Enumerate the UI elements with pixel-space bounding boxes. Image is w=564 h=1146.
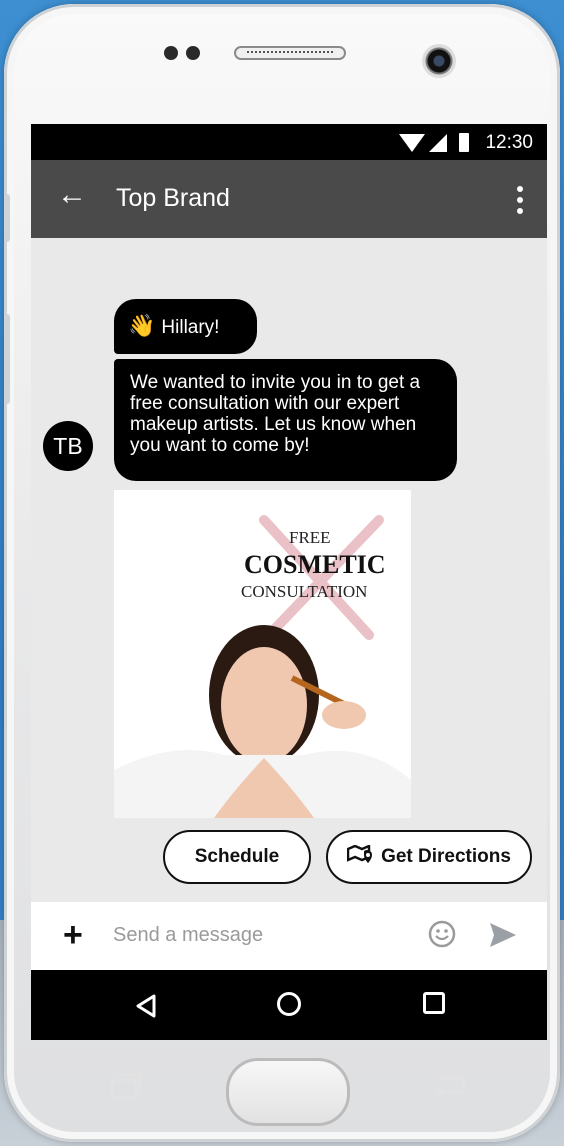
arrow-left-icon[interactable]: ← [57, 180, 87, 210]
nav-back-icon[interactable] [135, 994, 157, 1018]
hardware-back-icon[interactable] [430, 1072, 466, 1098]
earpiece-speaker [234, 46, 346, 60]
app-bar: ← Top Brand [31, 160, 547, 238]
sensor-dot [186, 46, 200, 60]
nav-home-icon[interactable] [277, 992, 301, 1016]
system-nav-bar [31, 970, 547, 1040]
signal-icon [429, 134, 447, 152]
message-bubble: 👋 Hillary! [114, 299, 257, 354]
volume-button [4, 194, 10, 242]
screen: 12:30 ← Top Brand TB 👋 Hillary! We wanted… [31, 124, 547, 1040]
front-camera [422, 44, 456, 78]
nav-recents-icon[interactable] [423, 992, 445, 1014]
get-directions-button[interactable]: Get Directions [326, 830, 532, 884]
sensor-dot [164, 46, 178, 60]
message-composer: + Send a message [31, 902, 547, 970]
status-time: 12:30 [485, 132, 533, 153]
conversation-title: Top Brand [116, 184, 230, 212]
chip-label: Schedule [194, 846, 280, 867]
card-text-cosmetic: COSMETIC [244, 550, 386, 579]
hardware-home-button[interactable] [226, 1058, 350, 1126]
avatar: TB [43, 421, 93, 471]
smiley-icon[interactable] [428, 920, 456, 948]
map-pin-icon [347, 845, 373, 863]
hardware-recents-icon[interactable] [110, 1072, 144, 1100]
waving-hand-icon: 👋 [128, 313, 156, 338]
bixby-button [4, 314, 10, 404]
card-illustration [114, 515, 411, 818]
battery-icon [459, 133, 469, 152]
rich-card-image[interactable]: FREE COSMETIC CONSULTATION [114, 490, 411, 818]
chip-label: Get Directions [381, 846, 511, 867]
card-text-consultation: CONSULTATION [241, 582, 368, 601]
message-bubble: We wanted to invite you in to get a free… [114, 359, 457, 481]
send-icon[interactable] [489, 922, 517, 948]
schedule-button[interactable]: Schedule [163, 830, 311, 884]
status-bar: 12:30 [31, 124, 547, 160]
message-input[interactable]: Send a message [113, 924, 263, 947]
message-text: Hillary! [161, 317, 220, 338]
message-text: We wanted to invite you in to get a free… [130, 372, 421, 456]
more-vert-icon[interactable] [517, 186, 523, 219]
plus-icon[interactable]: + [63, 916, 83, 955]
wifi-icon [399, 134, 425, 152]
card-text-free: FREE [289, 528, 331, 547]
